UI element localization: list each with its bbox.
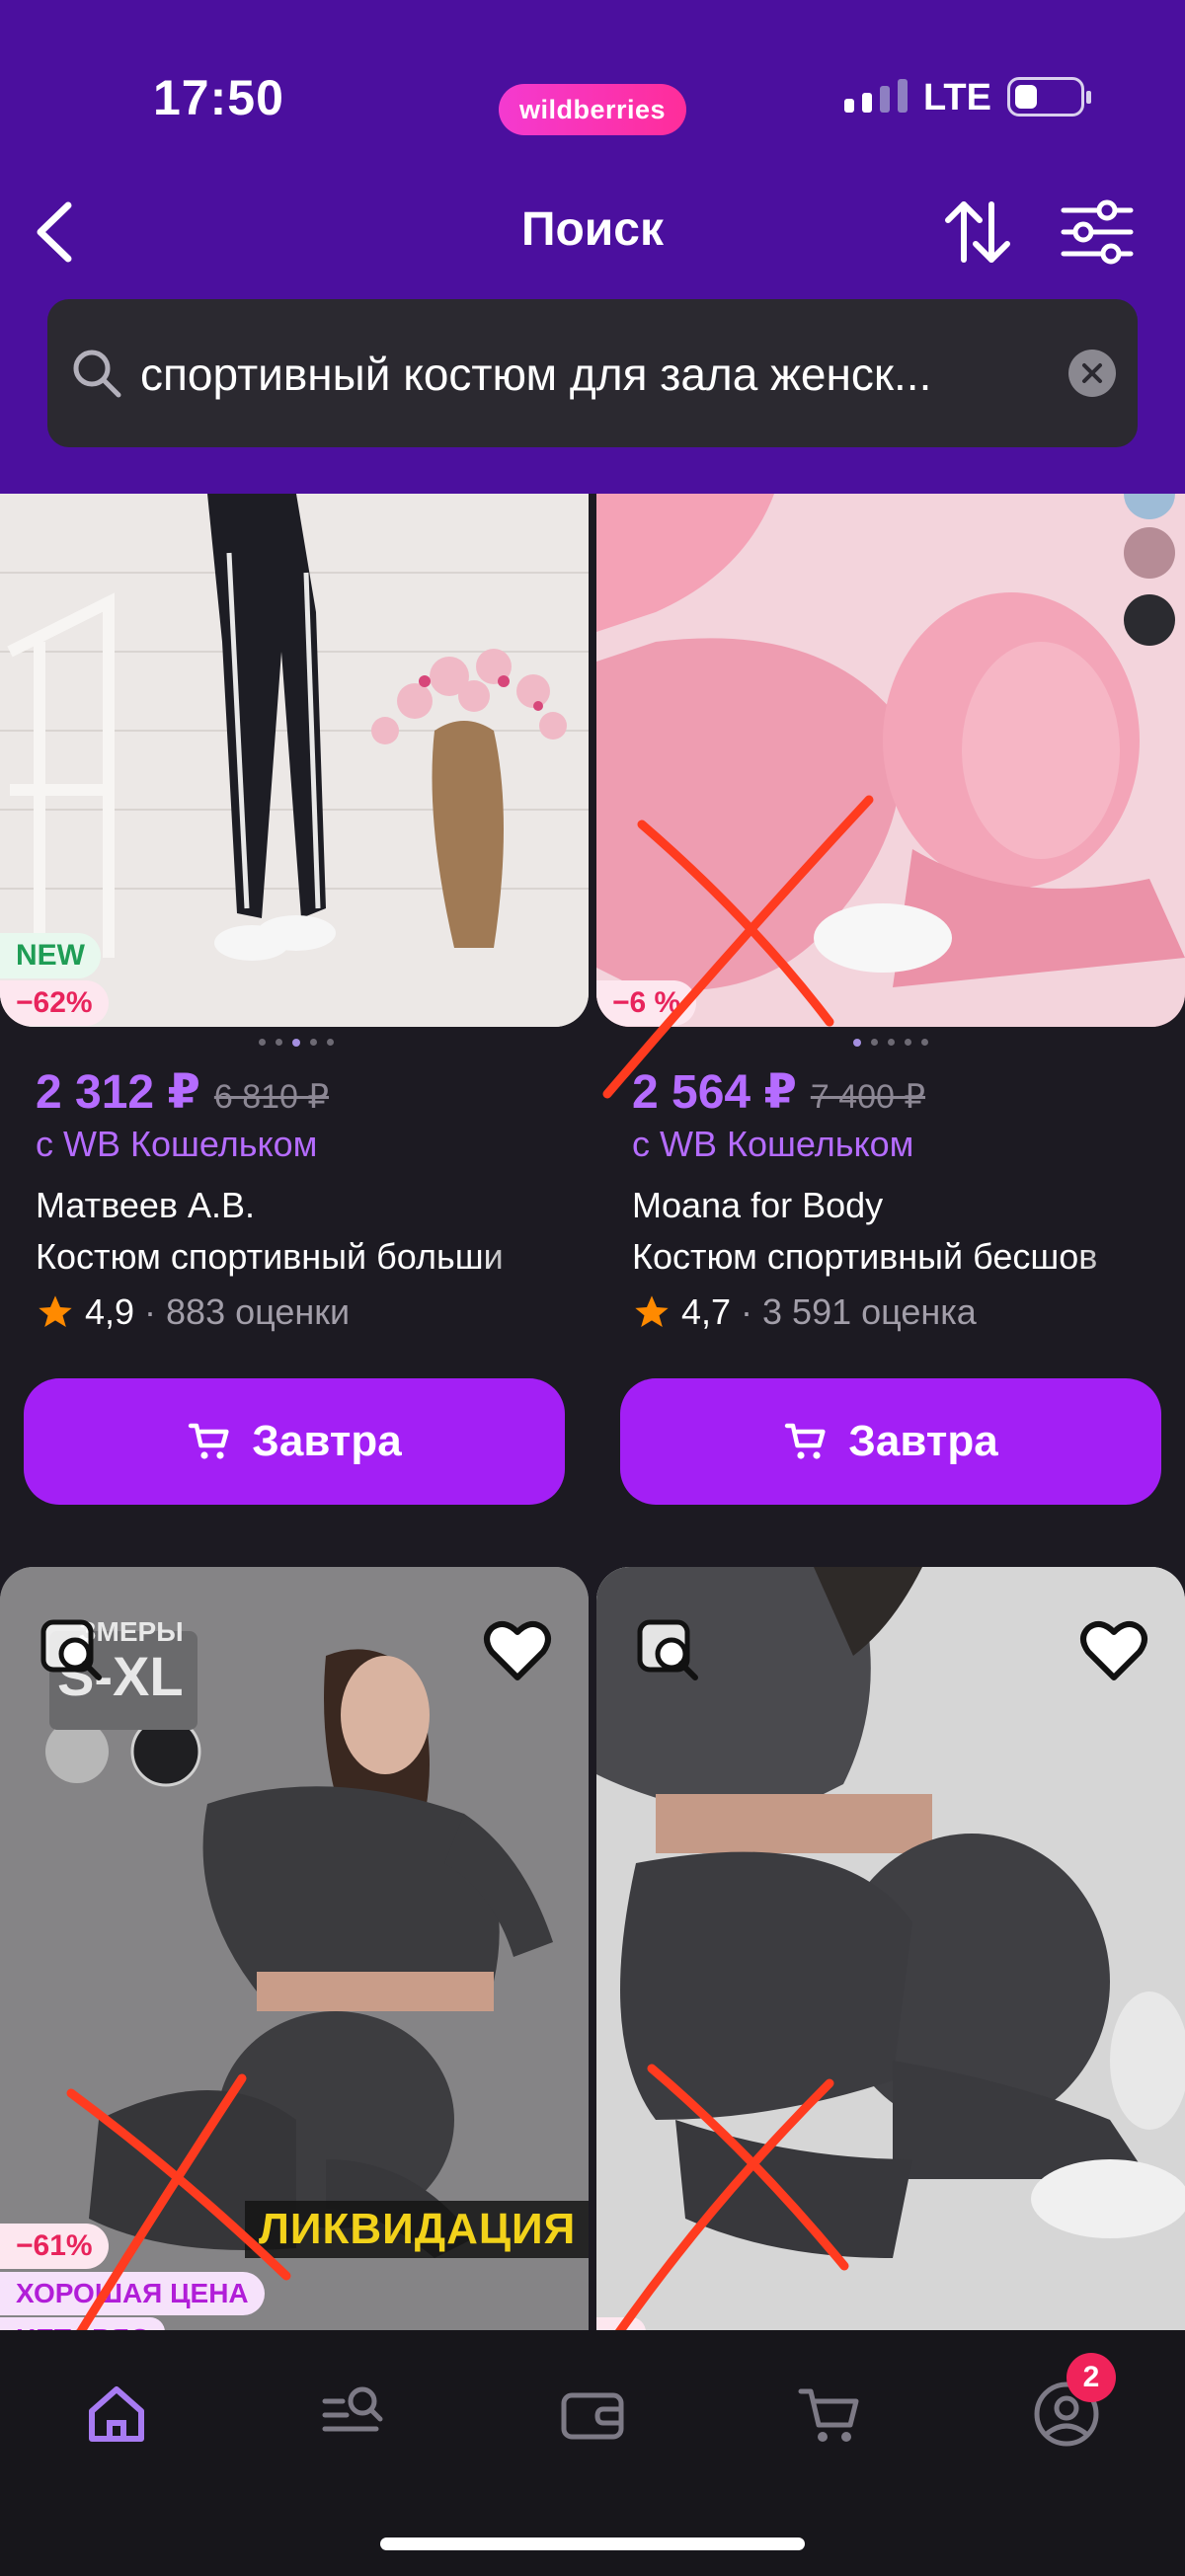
heart-icon[interactable] [1078, 1616, 1149, 1685]
good-price-badge: ХОРОШАЯ ЦЕНА [0, 2272, 265, 2315]
heart-icon[interactable] [482, 1616, 553, 1685]
product-image[interactable]: −6 % [596, 494, 1185, 1027]
filter-sliders-icon [1061, 199, 1134, 265]
sort-arrows-icon [945, 201, 1010, 263]
image-pager-dots [259, 1039, 334, 1047]
wallet-note: с WB Кошельком [632, 1124, 914, 1164]
close-icon [1082, 363, 1102, 383]
old-price: 7 400 ₽ [810, 1078, 926, 1116]
wallet-note: с WB Кошельком [36, 1124, 318, 1164]
reviews-count: · 883 оценки [144, 1291, 351, 1332]
new-badge: NEW [0, 933, 101, 978]
product-name: Костюм спортивный бесшов [632, 1236, 1146, 1278]
price-row: 2 564 ₽ 7 400 ₽ [632, 1064, 925, 1120]
price-row: 2 312 ₽ 6 810 ₽ [36, 1064, 329, 1120]
tab-home[interactable] [67, 2365, 166, 2463]
promo-banner: ЛИКВИДАЦИЯ [245, 2201, 589, 2258]
discount-badge: −62% [0, 980, 109, 1026]
price: 2 564 ₽ [632, 1066, 797, 1119]
product-image[interactable]: − [596, 1567, 1185, 2332]
image-pager-dots [853, 1039, 928, 1047]
discount-badge: −6 % [596, 980, 697, 1026]
chevron-left-icon [37, 201, 72, 263]
brand-name: Матвеев А.В. [36, 1185, 256, 1225]
rating-value: 4,9 [85, 1291, 135, 1332]
product-image[interactable]: ЗМЕРЫ S-XL ЛИКВИДАЦИЯ −61% ХОРОШАЯ ЦЕНА … [0, 1567, 589, 2332]
network-label: LTE [923, 77, 991, 118]
back-button[interactable] [20, 193, 89, 272]
status-time: 17:50 [153, 70, 284, 125]
product-photo-illustration [596, 494, 1185, 1027]
tab-wallet[interactable] [543, 2365, 642, 2463]
price: 2 312 ₽ [36, 1066, 200, 1119]
find-similar-icon[interactable] [634, 1616, 703, 1685]
product-image[interactable]: NEW −62% [0, 494, 589, 1027]
catalog-search-icon [322, 2386, 383, 2432]
wallet-icon [561, 2392, 624, 2440]
add-to-cart-button[interactable]: Завтра [24, 1378, 565, 1505]
old-price: 6 810 ₽ [213, 1078, 330, 1116]
top-header: 17:50 wildberries LTE Поиск спортивный к… [0, 0, 1185, 494]
product-card[interactable]: − [596, 1567, 1185, 2332]
tab-cart[interactable] [780, 2365, 879, 2463]
product-card[interactable]: NEW −62% 2 312 ₽ 6 810 ₽ с WB Кошельком … [0, 494, 589, 1521]
find-similar-icon[interactable] [38, 1616, 107, 1685]
cart-icon [798, 2388, 859, 2442]
clear-search-button[interactable] [1068, 350, 1116, 397]
product-card[interactable]: −6 % 2 564 ₽ 7 400 ₽ с WB Кошельком Moan… [596, 494, 1185, 1521]
rating-row: 4,7 · 3 591 оценка [632, 1291, 977, 1333]
product-name: Костюм спортивный больши [36, 1236, 549, 1278]
reviews-count: · 3 591 оценка [741, 1291, 977, 1332]
discount-badge: −61% [0, 2224, 109, 2269]
star-icon [39, 1295, 72, 1327]
rating-row: 4,9 · 883 оценки [36, 1291, 350, 1333]
page-title: Поиск [520, 203, 665, 256]
cart-icon [785, 1423, 826, 1459]
cellular-signal-icon [844, 79, 908, 113]
rating-value: 4,7 [681, 1291, 732, 1332]
sort-button[interactable] [938, 193, 1017, 272]
tab-catalog[interactable] [304, 2365, 403, 2463]
battery-icon [1007, 77, 1091, 117]
brand-pill: wildberries [499, 84, 686, 135]
home-indicator [380, 2537, 805, 2550]
add-to-cart-label: Завтра [252, 1417, 402, 1465]
brand-name: Moana for Body [632, 1185, 884, 1225]
star-icon [635, 1295, 669, 1327]
search-input[interactable]: спортивный костюм для зала женск... [140, 348, 1029, 401]
add-to-cart-button[interactable]: Завтра [620, 1378, 1161, 1505]
search-icon [73, 350, 121, 398]
cart-icon [189, 1423, 229, 1459]
product-card[interactable]: ЗМЕРЫ S-XL ЛИКВИДАЦИЯ −61% ХОРОШАЯ ЦЕНА … [0, 1567, 589, 2332]
notification-badge: 2 [1066, 2353, 1116, 2402]
home-icon [89, 2386, 144, 2442]
add-to-cart-label: Завтра [848, 1417, 998, 1465]
filter-button[interactable] [1052, 193, 1141, 272]
